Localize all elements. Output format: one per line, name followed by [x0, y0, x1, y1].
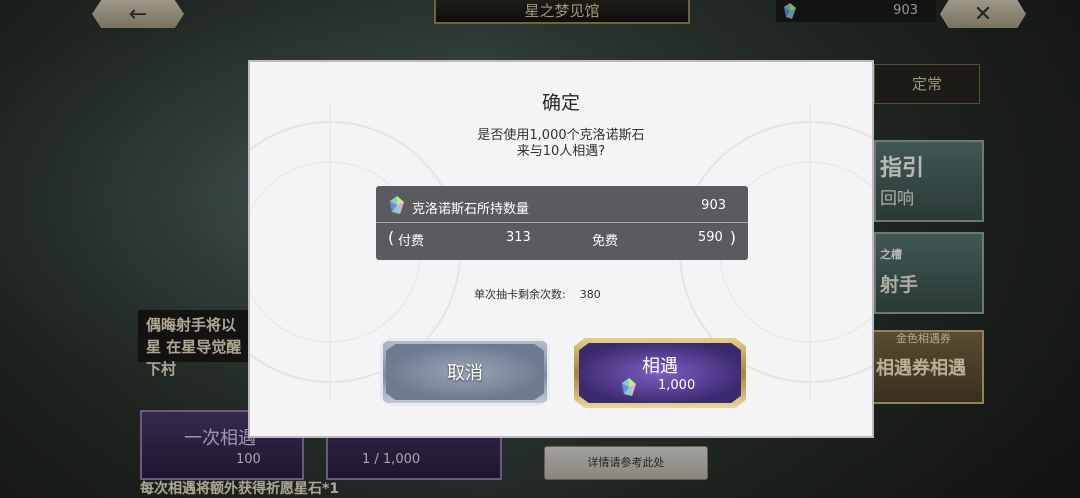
chronos-stone-gem-icon [390, 196, 404, 218]
paid-label: 付费 [398, 234, 425, 249]
breakdown-close-paren: ) [729, 228, 736, 247]
dialog-message-line1: 是否使用1,000个克洛诺斯石 [477, 128, 645, 143]
chronos-stone-gem-icon [622, 378, 636, 400]
remaining-draws: 单次抽卡剩余次数: 380 [474, 286, 601, 302]
stone-balance-panel: 克洛诺斯石所持数量 903 ( 付费 313 免费 590 ) [376, 186, 748, 260]
confirm-dialog: 确定 是否使用1,000个克洛诺斯石 来与10人相遇? 克洛诺斯石所持数量 90… [248, 60, 874, 438]
confirm-meet-cost: 1,000 [658, 378, 696, 393]
confirm-meet-button[interactable]: 相遇 1,000 [574, 338, 746, 408]
dialog-message: 是否使用1,000个克洛诺斯石 来与10人相遇? [250, 128, 872, 160]
paid-value: 313 [506, 230, 531, 245]
stone-total-label: 克洛诺斯石所持数量 [412, 202, 530, 217]
dialog-title: 确定 [541, 92, 580, 114]
cancel-button-label: 取消 [447, 363, 483, 384]
dialog-message-line2: 来与10人相遇? [516, 144, 606, 159]
cancel-button[interactable]: 取消 [380, 338, 550, 406]
free-label: 免费 [592, 234, 619, 249]
free-value: 590 [698, 230, 723, 245]
stone-total-value: 903 [701, 198, 726, 213]
breakdown-open-paren: ( [388, 228, 395, 247]
confirm-meet-label: 相遇 [642, 356, 678, 377]
remaining-draws-value: 380 [579, 288, 601, 301]
remaining-draws-label: 单次抽卡剩余次数: [474, 288, 566, 301]
stone-total-row: 克洛诺斯石所持数量 903 [376, 186, 748, 223]
